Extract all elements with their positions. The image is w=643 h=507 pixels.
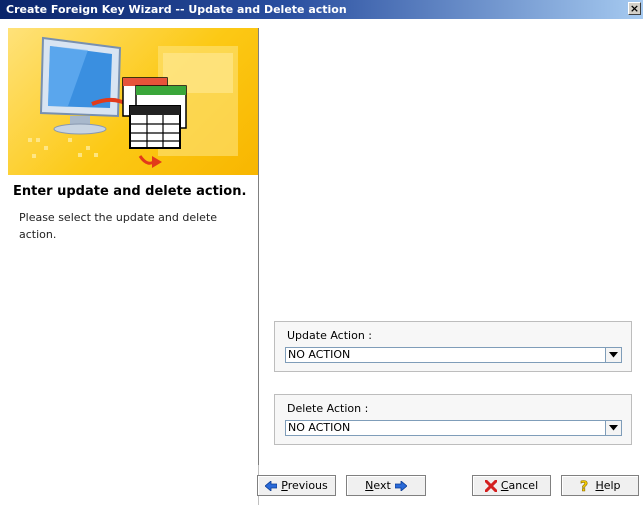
help-label: Help <box>595 479 621 492</box>
delete-action-group: Delete Action : NO ACTION <box>274 394 632 445</box>
banner-illustration <box>28 36 238 168</box>
cancel-button[interactable]: Cancel <box>472 475 551 496</box>
table-icon <box>122 77 187 149</box>
update-action-select[interactable]: NO ACTION <box>285 347 622 363</box>
svg-text:?: ? <box>580 479 588 493</box>
step-title: Enter update and delete action. <box>13 184 247 199</box>
cancel-x-icon <box>484 479 498 492</box>
next-button[interactable]: Next <box>346 475 426 496</box>
wizard-banner-image <box>8 28 258 175</box>
help-button[interactable]: ? Help <box>561 475 639 496</box>
help-question-icon: ? <box>579 478 591 495</box>
computer-monitor-icon <box>39 36 122 135</box>
dropdown-arrow-icon[interactable] <box>605 348 621 362</box>
previous-button[interactable]: Previous <box>257 475 336 496</box>
update-action-value: NO ACTION <box>288 348 351 361</box>
wizard-side-panel: Enter update and delete action. Please s… <box>8 28 259 505</box>
delete-action-value: NO ACTION <box>288 421 351 434</box>
delete-action-select[interactable]: NO ACTION <box>285 420 622 436</box>
cancel-label: Cancel <box>500 479 539 492</box>
panel-divider <box>258 28 259 465</box>
dropdown-arrow-icon[interactable] <box>605 421 621 435</box>
next-label: Next <box>365 479 391 492</box>
update-action-group: Update Action : NO ACTION <box>274 321 632 372</box>
delete-action-label: Delete Action : <box>287 402 369 415</box>
window-title: Create Foreign Key Wizard -- Update and … <box>6 3 347 16</box>
update-action-label: Update Action : <box>287 329 372 342</box>
title-bar: Create Foreign Key Wizard -- Update and … <box>0 0 643 19</box>
next-arrow-icon <box>394 479 408 492</box>
previous-label: Previous <box>281 479 328 492</box>
close-icon[interactable]: × <box>628 2 641 15</box>
step-description: Please select the update and delete acti… <box>19 211 218 241</box>
previous-arrow-icon <box>264 479 278 492</box>
